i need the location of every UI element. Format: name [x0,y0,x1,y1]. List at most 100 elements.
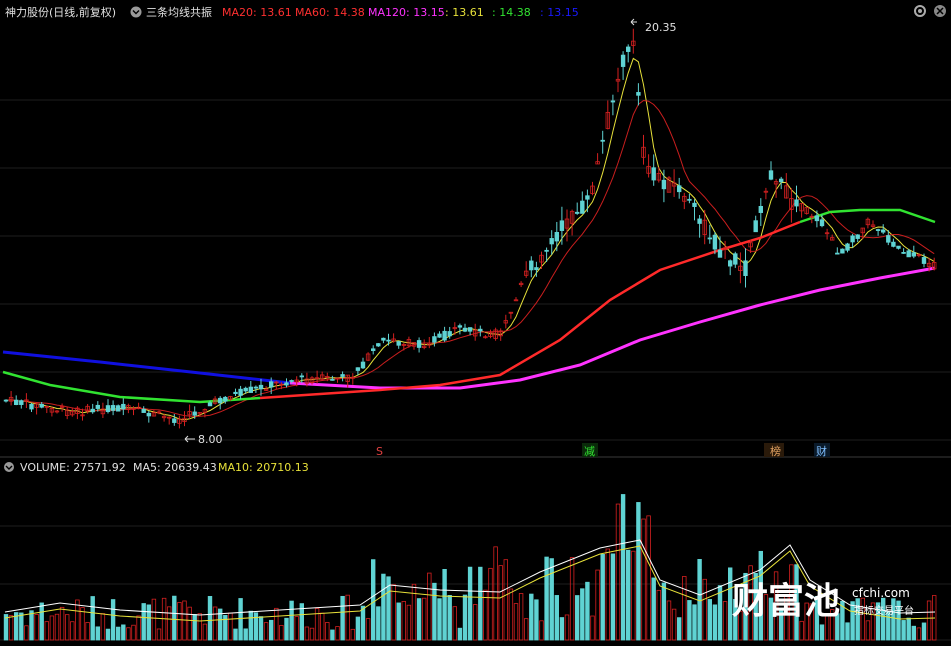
candle-body [814,215,820,222]
moving-average-lines [2,57,936,421]
volume-bar [396,602,401,641]
candle-body [758,206,763,213]
volume-ma10-readout: MA10: 20710.13 [218,461,309,474]
volume-bar [370,559,376,641]
candle-body [717,249,723,258]
volume-bar [595,569,600,641]
volume-bar [697,559,702,641]
volume-bar [391,584,396,641]
candle-body [381,337,386,341]
volume-bar [151,598,157,641]
volume-bar [85,622,90,641]
stock-chart[interactable]: 神力股份(日线,前复权) 三条均线共振 MA20: 13.61 MA60: 14… [0,0,951,646]
volume-bar [289,600,294,641]
volume-bar [462,594,468,641]
candle-body [687,198,692,201]
candle-body [253,386,259,389]
candle-body [529,260,534,271]
volume-bar [340,595,345,641]
candle-body [172,418,177,423]
volume-readout: VOLUME: 27571.92 [20,461,126,474]
candle-body [733,253,738,265]
close-icon[interactable] [934,5,946,17]
volume-bar [325,622,330,641]
volume-dropdown-icon[interactable] [4,462,14,472]
candle-body [340,374,345,377]
event-marker-s[interactable]: S [376,445,383,458]
extra-readout-2: : 14.38 [492,6,531,19]
volume-bar [335,626,340,641]
volume-bar [381,573,386,641]
svg-text:20.35: 20.35 [645,21,677,34]
volume-bar [187,606,192,641]
event-marker-reduce[interactable]: 减 [582,443,598,458]
volume-bar [309,627,315,641]
volume-bar [549,558,554,641]
volume-bar [692,604,697,641]
candle-body [743,260,748,276]
volume-bar [901,620,906,641]
volume-bar [508,588,514,641]
volume-bar [146,604,151,641]
volume-bar [881,597,886,641]
volume-bar [80,607,85,641]
volume-bar [258,616,264,641]
candle-body [559,220,565,231]
volume-bar [376,606,381,641]
candle-body [610,100,616,103]
svg-text:减: 减 [584,445,595,458]
extra-readout-3: : 13.15 [540,6,579,19]
volume-bar [513,603,519,641]
candle-body [207,402,213,407]
volume-bar [29,610,34,641]
volume-ma5-readout: MA5: 20639.43 [133,461,217,474]
volume-bar [136,615,141,641]
volume-bar [75,599,80,641]
volume-bar [478,566,483,641]
volume-bar [636,502,641,641]
volume-bar [212,606,218,641]
volume-bar [294,616,299,641]
ma20-readout: MA20: 13.61 [222,6,292,19]
volume-bar [605,548,610,641]
volume-bar [539,620,544,641]
volume-bar [534,599,539,641]
candle-body [549,238,554,245]
volume-bar [34,614,39,641]
volume-bar [707,599,712,641]
volume-bar [192,614,197,641]
ma10-thin-line [5,99,935,417]
candle-body [753,220,758,233]
candle-body [258,384,264,390]
event-marker-finance[interactable]: 财 [814,443,830,458]
volume-bar [268,619,274,641]
volume-bar [355,616,361,641]
candle-body [462,327,468,332]
volume-bar [279,624,284,641]
volume-bar [59,606,65,641]
candle-body [3,399,9,402]
volume-bar [656,589,661,641]
candle-body [467,327,473,332]
candle-body [544,249,549,252]
volume-bar [105,628,111,641]
volume-bar [39,602,44,641]
candle-body [896,245,901,249]
svg-text:cfchi.com: cfchi.com [852,586,910,600]
indicator-dropdown-icon[interactable] [130,6,142,18]
candle-body [835,252,840,255]
event-marker-rank[interactable]: 榜 [764,443,784,458]
volume-bar [177,602,182,641]
candle-body [105,405,111,412]
volume-bar [65,614,70,641]
candle-body [13,399,19,405]
volume-bar [141,603,146,641]
candle-body [850,235,855,243]
candle-body [19,400,24,405]
candle-body [437,333,442,338]
volume-bar [677,617,682,641]
volume-bar [90,596,95,641]
candle-body [370,348,376,352]
volume-bar [131,624,136,641]
settings-gear-icon[interactable] [914,5,926,17]
